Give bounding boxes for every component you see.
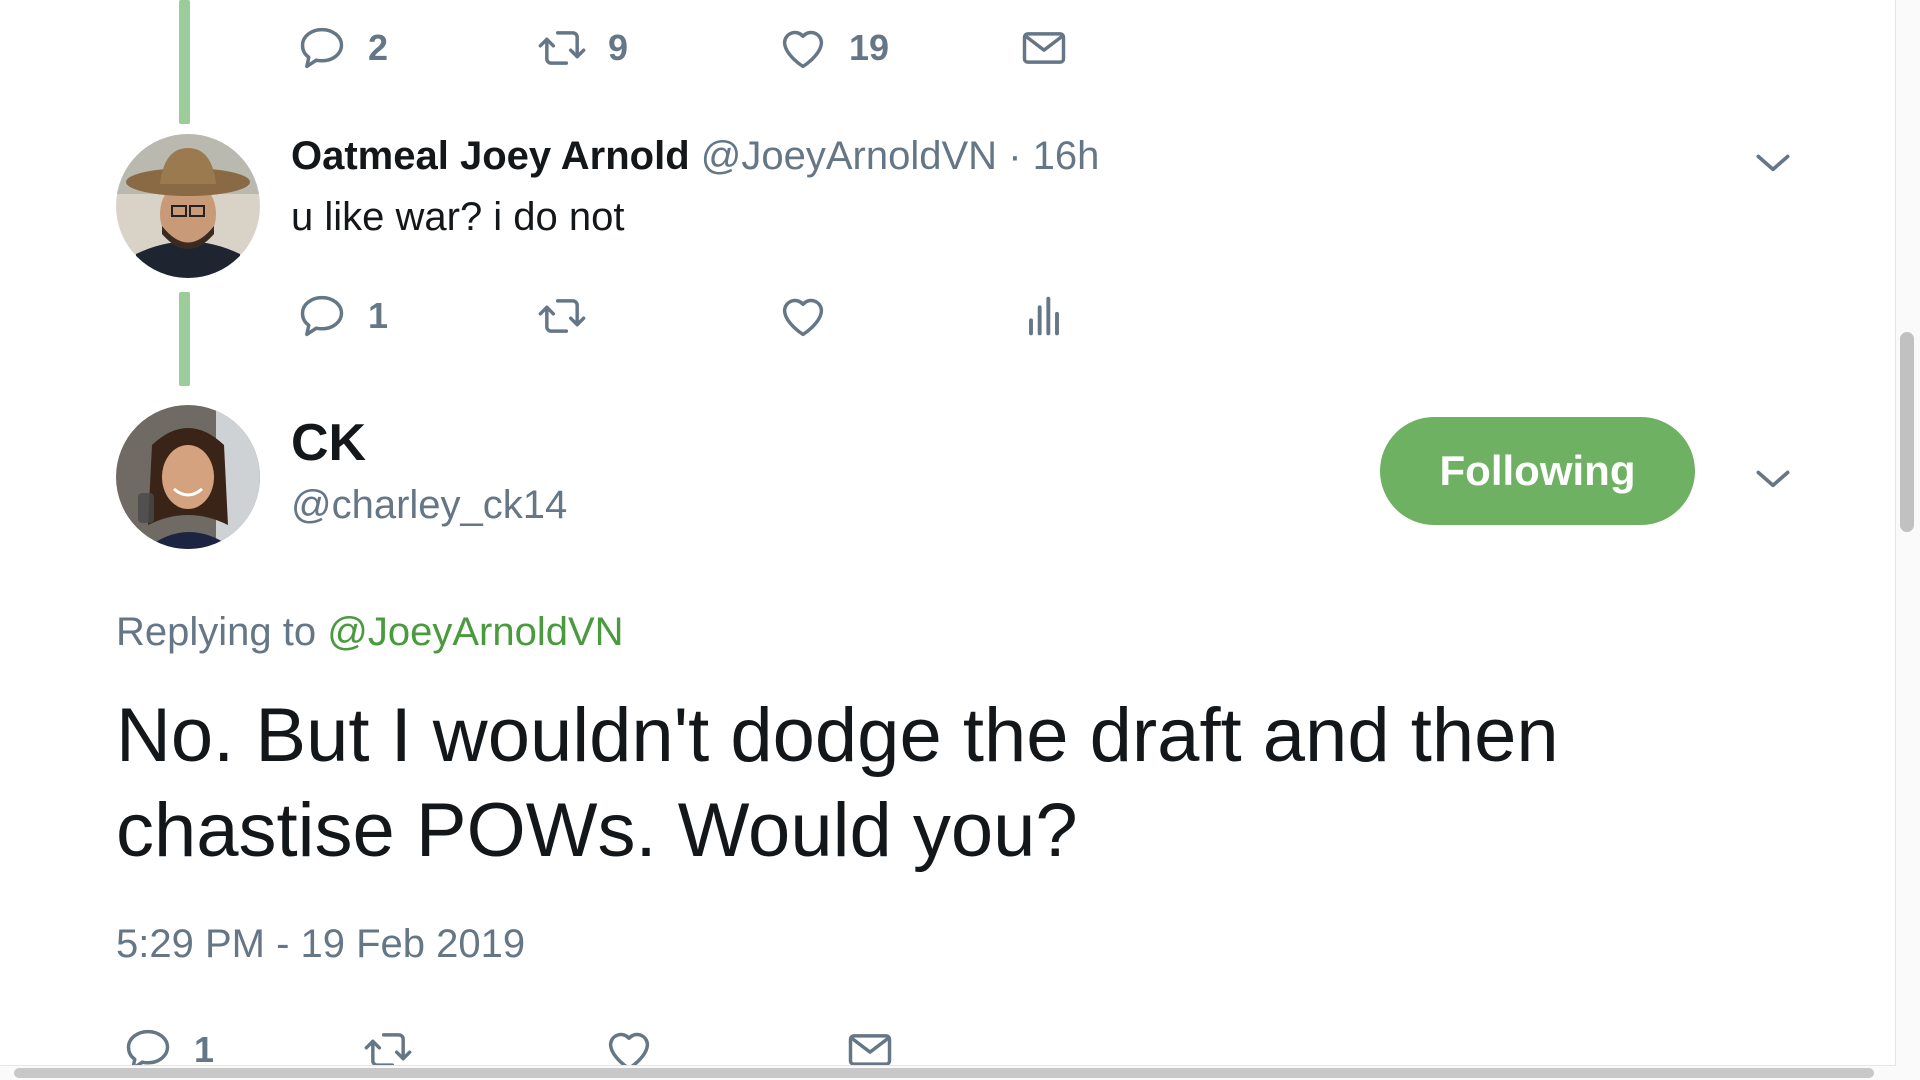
reply-tweet-text: u like war? i do not: [291, 195, 625, 239]
horizontal-scrollbar[interactable]: [0, 1065, 1896, 1080]
like-count: 19: [849, 27, 890, 68]
avatar-ck[interactable]: [116, 405, 260, 549]
reply-action[interactable]: 2: [296, 22, 388, 74]
main-tweet-timestamp[interactable]: 5:29 PM - 19 Feb 2019: [116, 922, 525, 967]
vertical-scrollbar-thumb[interactable]: [1900, 332, 1914, 532]
heart-icon: [782, 298, 824, 337]
timestamp[interactable]: 16h: [1033, 134, 1100, 178]
vertical-scrollbar[interactable]: [1895, 0, 1920, 1080]
reply-count: 1: [368, 295, 389, 336]
chevron-down-icon: [1756, 154, 1790, 172]
heart-icon: [782, 30, 824, 69]
replying-to-link[interactable]: @JoeyArnoldVN: [327, 610, 623, 654]
thread-connector-top: [179, 0, 190, 124]
like-action[interactable]: 19: [777, 22, 889, 74]
author-display-name[interactable]: CK: [291, 413, 366, 473]
replying-to-line: Replying to @JoeyArnoldVN: [116, 610, 624, 655]
reply-action[interactable]: 1: [296, 290, 388, 342]
analytics-icon: [1029, 296, 1059, 336]
dm-action[interactable]: [1018, 22, 1070, 74]
envelope-icon: [1022, 32, 1066, 64]
reply-count: 2: [368, 27, 389, 68]
main-tweet-more-button[interactable]: [1751, 456, 1795, 505]
reply-icon: [300, 27, 344, 69]
handle[interactable]: @JoeyArnoldVN: [701, 134, 997, 178]
retweet-action[interactable]: [536, 290, 588, 342]
analytics-action[interactable]: [1018, 290, 1070, 342]
reply-tweet-more-button[interactable]: [1751, 140, 1795, 189]
like-action[interactable]: [777, 290, 829, 342]
following-button[interactable]: Following: [1380, 417, 1695, 525]
author-handle[interactable]: @charley_ck14: [291, 483, 567, 528]
replying-prefix: Replying to: [116, 610, 317, 654]
main-tweet-text: No. But I wouldn't dodge the draft and t…: [116, 693, 1559, 873]
reply-icon: [300, 295, 344, 337]
retweet-icon: [538, 299, 586, 333]
avatar-joey[interactable]: [116, 134, 260, 278]
reply-tweet-header: Oatmeal Joey Arnold @JoeyArnoldVN · 16h: [291, 134, 1099, 179]
display-name[interactable]: Oatmeal Joey Arnold: [291, 134, 690, 178]
chevron-down-icon: [1756, 470, 1790, 488]
retweet-action[interactable]: 9: [536, 22, 628, 74]
retweet-icon: [538, 31, 586, 65]
horizontal-scrollbar-thumb[interactable]: [14, 1068, 1874, 1078]
separator: ·: [1008, 134, 1022, 178]
thread-connector-middle: [179, 292, 190, 386]
retweet-count: 9: [608, 27, 629, 68]
